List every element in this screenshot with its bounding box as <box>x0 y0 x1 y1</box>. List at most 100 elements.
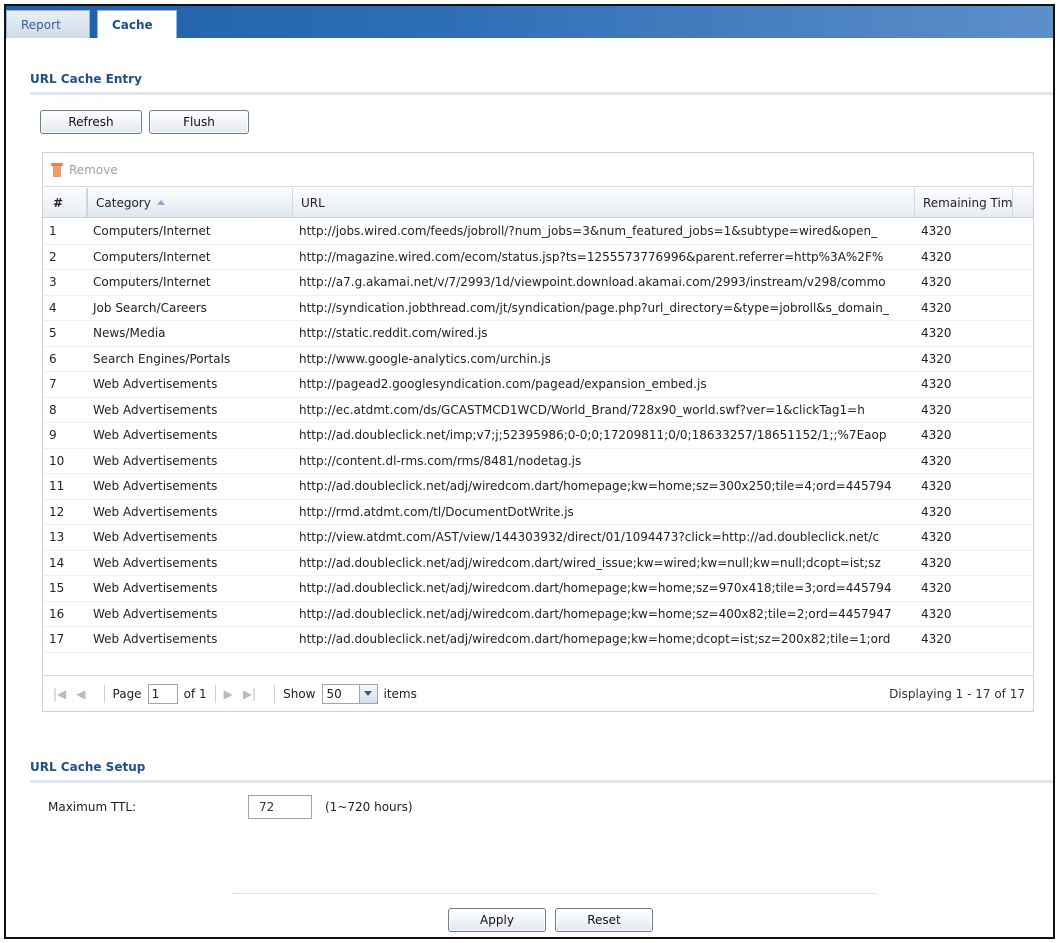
row-category: Web Advertisements <box>93 581 218 596</box>
table-row[interactable]: 1 Computers/Internet http://jobs.wired.com… <box>43 219 1033 245</box>
row-remaining-time: 4320 <box>921 453 952 468</box>
row-remaining-time: 4320 <box>921 326 952 341</box>
row-category: News/Media <box>93 326 166 341</box>
flush-button[interactable]: Flush <box>149 110 249 134</box>
refresh-button[interactable]: Refresh <box>40 110 142 134</box>
row-remaining-time: 4320 <box>921 402 952 417</box>
url-cache-entry-title: URL Cache Entry <box>30 72 142 86</box>
page-number-input[interactable]: 1 <box>147 683 178 704</box>
column-header-url[interactable]: URL <box>293 188 915 217</box>
row-remaining-time: 4320 <box>921 377 952 392</box>
row-category: Web Advertisements <box>93 479 218 494</box>
row-remaining-time: 4320 <box>921 606 952 621</box>
section-divider <box>30 780 1053 783</box>
table-row[interactable]: 8 Web Advertisements http://ec.atdmt.com/d… <box>43 398 1033 423</box>
table-row[interactable]: 6 Search Engines/Portals http://www.google… <box>43 347 1033 372</box>
chevron-down-icon[interactable] <box>358 684 377 703</box>
apply-button[interactable]: Apply <box>448 908 546 932</box>
row-number: 8 <box>49 402 57 417</box>
row-remaining-time: 4320 <box>921 555 952 570</box>
table-row[interactable]: 16 Web Advertisements http://ad.doubleclic… <box>43 602 1033 627</box>
column-header-remaining-time[interactable]: Remaining Time <box>915 188 1013 217</box>
items-per-page-value: 50 <box>326 686 342 701</box>
sort-ascending-icon <box>156 200 165 205</box>
table-row[interactable]: 4 Job Search/Careers http://syndication.jo… <box>43 296 1033 321</box>
row-url: http://content.dl-rms.com/rms/8481/nodet… <box>299 453 582 468</box>
row-url: http://a7.g.akamai.net/v/7/2993/1d/viewp… <box>299 275 886 290</box>
row-url: http://view.atdmt.com/AST/view/144303932… <box>299 530 880 545</box>
first-page-icon[interactable]: |◀ <box>53 687 66 701</box>
table-row[interactable]: 7 Web Advertisements http://pagead2.google… <box>43 372 1033 398</box>
column-header-category[interactable]: Category <box>87 188 293 217</box>
row-number: 17 <box>49 632 65 647</box>
row-number: 16 <box>49 606 65 621</box>
pager-separator <box>274 684 276 703</box>
row-category: Web Advertisements <box>93 377 218 392</box>
table-row[interactable]: 11 Web Advertisements http://ad.doubleclic… <box>43 474 1033 500</box>
row-remaining-time: 4320 <box>921 224 952 239</box>
pager-separator <box>214 684 216 703</box>
row-url: http://www.google-analytics.com/urchin.j… <box>299 351 551 366</box>
row-url: http://syndication.jobthread.com/jt/synd… <box>299 300 889 315</box>
row-url: http://ad.doubleclick.net/imp;v7;j;52395… <box>299 428 887 443</box>
row-number: 2 <box>49 249 57 264</box>
maximum-ttl-label: Maximum TTL: <box>48 800 137 814</box>
displaying-count: Displaying 1 - 17 of 17 <box>889 686 1025 701</box>
items-label: items <box>383 686 417 701</box>
row-number: 14 <box>49 555 65 570</box>
reset-button[interactable]: Reset <box>555 908 653 932</box>
row-remaining-time: 4320 <box>921 300 952 315</box>
row-category: Computers/Internet <box>93 275 211 290</box>
table-row[interactable]: 13 Web Advertisements http://view.atdmt.co… <box>43 525 1033 551</box>
row-category: Web Advertisements <box>93 632 218 647</box>
table-row[interactable]: 17 Web Advertisements http://ad.doubleclic… <box>43 627 1033 653</box>
row-remaining-time: 4320 <box>921 275 952 290</box>
row-category: Web Advertisements <box>93 530 218 545</box>
page-count-label: of 1 <box>183 686 207 701</box>
items-per-page-select[interactable]: 50 <box>321 683 378 704</box>
pager-separator <box>103 684 105 703</box>
row-number: 3 <box>49 275 57 290</box>
table-row[interactable]: 12 Web Advertisements http://rmd.atdmt.com… <box>43 500 1033 525</box>
table-row[interactable]: 15 Web Advertisements http://ad.doubleclic… <box>43 576 1033 602</box>
last-page-icon[interactable]: ▶| <box>243 687 256 701</box>
row-remaining-time: 4320 <box>921 530 952 545</box>
tab-cache[interactable]: Cache <box>97 10 177 38</box>
row-category: Computers/Internet <box>93 249 211 264</box>
row-category: Web Advertisements <box>93 402 218 417</box>
table-row[interactable]: 10 Web Advertisements http://content.dl-rm… <box>43 449 1033 474</box>
tab-bar: Report Cache <box>6 6 1053 38</box>
column-header-number[interactable]: # <box>43 188 87 217</box>
row-number: 12 <box>49 504 65 519</box>
cache-panel: Report Cache URL Cache Entry Refresh Flu… <box>4 4 1055 939</box>
row-number: 11 <box>49 479 65 494</box>
url-cache-setup-title: URL Cache Setup <box>30 760 146 774</box>
row-category: Web Advertisements <box>93 555 218 570</box>
table-row[interactable]: 3 Computers/Internet http://a7.g.akamai.ne… <box>43 270 1033 296</box>
previous-page-icon[interactable]: ◀ <box>76 687 85 701</box>
maximum-ttl-hint: (1~720 hours) <box>325 800 413 814</box>
section-divider <box>30 92 1053 95</box>
tab-report[interactable]: Report <box>6 10 90 38</box>
row-remaining-time: 4320 <box>921 504 952 519</box>
next-page-icon[interactable]: ▶ <box>224 687 233 701</box>
maximum-ttl-input[interactable]: 72 <box>248 795 312 819</box>
row-remaining-time: 4320 <box>921 581 952 596</box>
row-url: http://ad.doubleclick.net/adj/wiredcom.d… <box>299 606 892 621</box>
row-number: 4 <box>49 300 57 315</box>
remove-button[interactable]: Remove <box>69 163 118 177</box>
table-row[interactable]: 2 Computers/Internet http://magazine.wired… <box>43 245 1033 270</box>
table-row[interactable]: 14 Web Advertisements http://ad.doubleclic… <box>43 551 1033 576</box>
table-row[interactable]: 5 News/Media http://static.reddit.com/wire… <box>43 321 1033 347</box>
row-remaining-time: 4320 <box>921 479 952 494</box>
row-url: http://ad.doubleclick.net/adj/wiredcom.d… <box>299 555 881 570</box>
show-label: Show <box>283 686 316 701</box>
pagination-bar: |◀ ◀ Page 1 of 1 ▶ ▶| Show 50 items Disp… <box>43 675 1033 711</box>
table-row[interactable]: 9 Web Advertisements http://ad.doubleclick… <box>43 423 1033 449</box>
row-category: Job Search/Careers <box>93 300 207 315</box>
row-remaining-time: 4320 <box>921 632 952 647</box>
row-url: http://ec.atdmt.com/ds/GCASTMCD1WCD/Worl… <box>299 402 865 417</box>
row-number: 15 <box>49 581 65 596</box>
row-number: 10 <box>49 453 65 468</box>
row-number: 7 <box>49 377 57 392</box>
